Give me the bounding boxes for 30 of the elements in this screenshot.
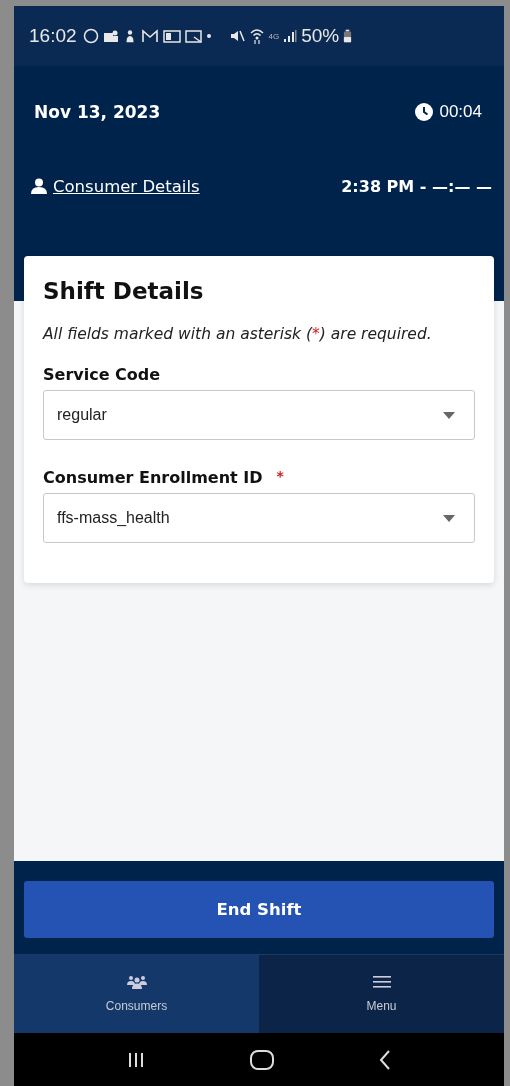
people-icon — [126, 975, 147, 989]
required-asterisk: * — [276, 468, 284, 484]
person-icon — [31, 178, 47, 194]
end-shift-button[interactable]: End Shift — [24, 881, 494, 938]
menu-icon — [372, 975, 391, 989]
battery-icon — [343, 28, 353, 44]
nav-tab[interactable]: Consumers — [14, 955, 259, 1033]
wifi-icon — [248, 27, 265, 45]
caret-icon — [443, 411, 455, 419]
consumer-details-link[interactable]: Consumer Details — [53, 176, 200, 196]
date-text: Nov 13, 2023 — [34, 102, 161, 122]
caret-icon — [443, 514, 455, 522]
field-label: Service Code — [43, 365, 161, 384]
back-icon[interactable] — [378, 1048, 393, 1071]
shift-time: 2:38 PM - —:— — — [341, 176, 492, 196]
mail-icon — [140, 28, 159, 44]
dropdown-field[interactable]: ffs-mass_health — [43, 493, 475, 543]
dot-icon — [206, 34, 211, 38]
field-label: Consumer Enrollment ID — [43, 468, 263, 487]
home-icon[interactable] — [249, 1048, 275, 1071]
network-type: 4G — [268, 31, 280, 41]
mute-icon — [228, 28, 245, 44]
clock-time: 16:02 — [29, 25, 77, 47]
timer-text: 00:04 — [439, 102, 482, 122]
required-note: All fields marked with an asterisk (*) are required. — [43, 325, 433, 343]
dropdown-field[interactable]: regular — [43, 390, 475, 440]
signal-icon — [283, 29, 298, 43]
battery-percentage: 50% — [301, 25, 340, 47]
card-title: Shift Details — [43, 278, 205, 304]
clock-icon — [415, 103, 434, 121]
